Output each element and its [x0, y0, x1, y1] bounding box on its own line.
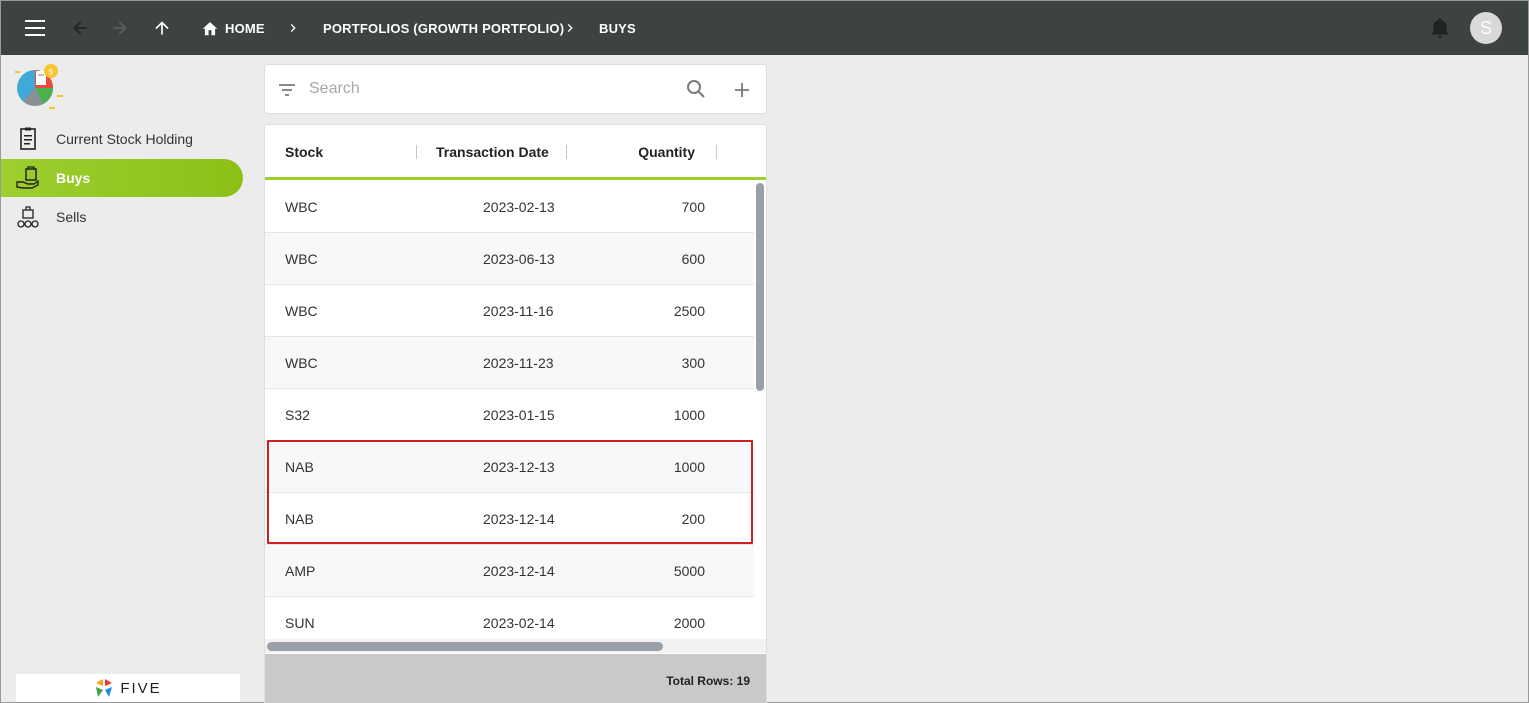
breadcrumb-label: PORTFOLIOS (GROWTH PORTFOLIO) — [323, 20, 565, 36]
table-row[interactable]: NAB 2023-12-13 1000 — [265, 441, 754, 493]
top-app-bar: HOME PORTFOLIOS (GROWTH PORTFOLIO) BUYS … — [1, 1, 1528, 55]
horizontal-scrollbar-thumb[interactable] — [267, 642, 663, 651]
table-row[interactable]: S32 2023-01-15 1000 — [265, 389, 754, 441]
table-row[interactable]: WBC 2023-11-23 300 — [265, 337, 754, 389]
cell-quantity: 1000 — [673, 459, 705, 475]
table-row[interactable]: NAB 2023-12-14 200 — [265, 493, 754, 545]
cell-stock: NAB — [285, 511, 314, 527]
cell-transaction-date: 2023-01-15 — [483, 407, 555, 423]
table-row[interactable]: WBC 2023-02-13 700 — [265, 181, 754, 233]
back-arrow-icon[interactable] — [65, 13, 95, 43]
search-bar — [264, 64, 767, 114]
svg-text:$: $ — [48, 67, 53, 76]
table-row[interactable]: WBC 2023-11-16 2500 — [265, 285, 754, 337]
sidebar-item-label: Current Stock Holding — [56, 131, 193, 147]
column-header-stock[interactable]: Stock — [285, 144, 323, 160]
column-resize-handle[interactable] — [416, 145, 417, 159]
cell-stock: WBC — [285, 303, 318, 319]
forward-arrow-icon[interactable] — [105, 13, 135, 43]
five-logo-text: FIVE — [120, 679, 162, 697]
total-rows-count: Total Rows: 19 — [666, 674, 750, 688]
sidebar-item-label: Buys — [56, 170, 91, 186]
cell-transaction-date: 2023-12-13 — [483, 459, 555, 475]
user-avatar[interactable]: S — [1470, 12, 1502, 44]
breadcrumb-home[interactable]: HOME — [201, 1, 265, 55]
cell-stock: WBC — [285, 251, 318, 267]
bell-icon[interactable] — [1425, 13, 1455, 43]
cell-quantity: 2500 — [673, 303, 705, 319]
cell-quantity: 200 — [681, 511, 705, 527]
filter-icon[interactable] — [275, 78, 299, 102]
table-header: Stock Transaction Date Quantity — [265, 125, 766, 180]
cell-stock: WBC — [285, 199, 318, 215]
cell-transaction-date: 2023-11-16 — [483, 303, 554, 319]
five-logo-mark-icon — [96, 679, 113, 697]
table-row[interactable]: WBC 2023-06-13 600 — [265, 233, 754, 285]
sidebar-item-sells[interactable]: Sells — [1, 198, 243, 236]
clipboard-list-icon — [15, 127, 41, 151]
cell-transaction-date: 2023-02-13 — [483, 199, 555, 215]
menu-icon[interactable] — [21, 13, 51, 43]
cell-stock: WBC — [285, 355, 318, 371]
hand-bag-icon — [15, 166, 41, 190]
up-arrow-icon[interactable] — [147, 13, 177, 43]
cell-quantity: 600 — [681, 251, 705, 267]
search-input[interactable] — [309, 77, 669, 101]
column-header-quantity[interactable]: Quantity — [638, 144, 695, 160]
cell-transaction-date: 2023-11-23 — [483, 355, 554, 371]
breadcrumb-label: BUYS — [599, 20, 636, 36]
column-resize-handle[interactable] — [716, 145, 717, 159]
add-icon[interactable] — [730, 78, 754, 102]
five-logo: FIVE — [16, 674, 240, 702]
cell-quantity: 2000 — [673, 615, 705, 631]
cell-quantity: 5000 — [673, 563, 705, 579]
breadcrumb-label: HOME — [225, 20, 265, 36]
sidebar-item-current-stock-holding[interactable]: Current Stock Holding — [1, 120, 243, 158]
sidebar: $ Current Stock Holding Buys Sells FIVE — [1, 55, 249, 702]
cell-stock: AMP — [285, 563, 316, 579]
cell-quantity: 700 — [681, 199, 705, 215]
chevron-right-icon — [562, 20, 578, 36]
table-row[interactable]: SUN 2023-02-14 2000 — [265, 597, 754, 641]
cell-transaction-date: 2023-02-14 — [483, 615, 555, 631]
table-footer: Total Rows: 19 — [265, 654, 766, 703]
cell-stock: S32 — [285, 407, 310, 423]
app-logo-icon: $ — [13, 61, 65, 111]
chevron-right-icon — [285, 20, 301, 36]
sidebar-item-buys[interactable]: Buys — [1, 159, 243, 197]
cell-stock: NAB — [285, 459, 314, 475]
cell-transaction-date: 2023-06-13 — [483, 251, 555, 267]
search-icon[interactable] — [684, 77, 708, 101]
breadcrumb-portfolios[interactable]: PORTFOLIOS (GROWTH PORTFOLIO) — [323, 1, 564, 55]
home-icon — [202, 22, 218, 36]
cell-quantity: 300 — [681, 355, 705, 371]
coins-stack-icon — [15, 205, 41, 229]
sidebar-item-label: Sells — [56, 209, 87, 225]
column-resize-handle[interactable] — [566, 145, 567, 159]
breadcrumb-buys[interactable]: BUYS — [599, 1, 636, 55]
cell-stock: SUN — [285, 615, 315, 631]
table-body: WBC 2023-02-13 700 WBC 2023-06-13 600 WB… — [265, 181, 754, 641]
cell-quantity: 1000 — [673, 407, 705, 423]
avatar-initial: S — [1479, 17, 1492, 38]
vertical-scrollbar-thumb[interactable] — [756, 183, 764, 391]
cell-transaction-date: 2023-12-14 — [483, 563, 555, 579]
table-row[interactable]: AMP 2023-12-14 5000 — [265, 545, 754, 597]
column-header-transaction-date[interactable]: Transaction Date — [436, 144, 549, 160]
buys-table: Stock Transaction Date Quantity WBC 2023… — [264, 124, 767, 703]
cell-transaction-date: 2023-12-14 — [483, 511, 555, 527]
